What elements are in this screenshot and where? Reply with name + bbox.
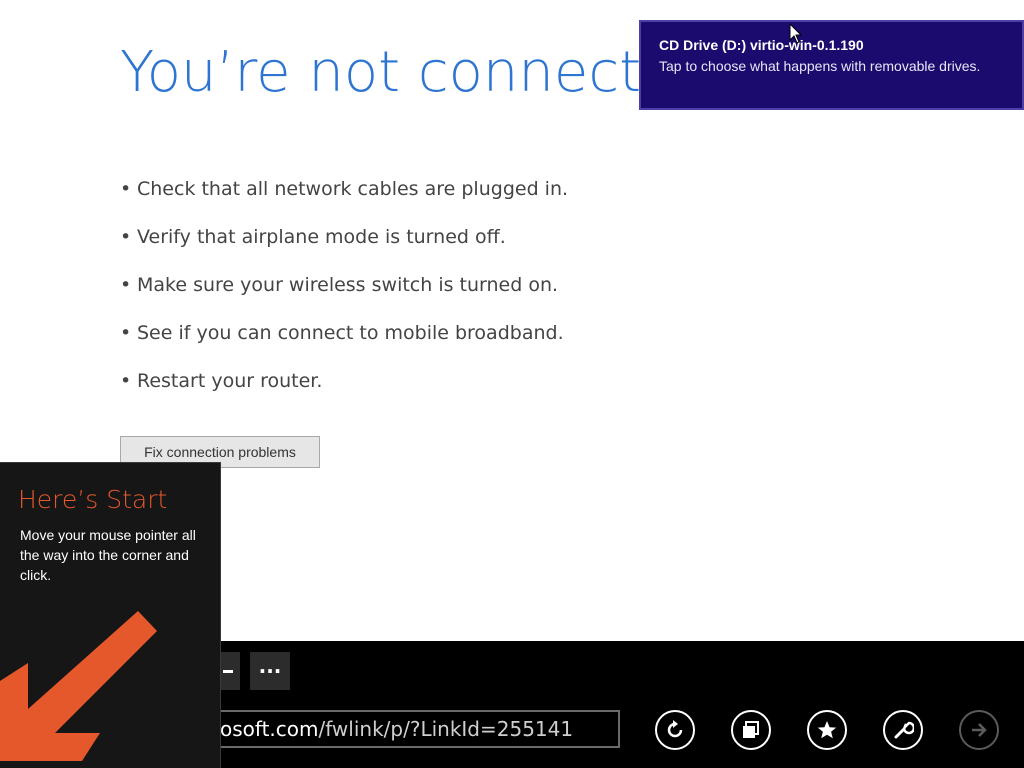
- list-item: • See if you can connect to mobile broadb…: [120, 322, 564, 344]
- list-item: • Verify that airplane mode is turned off…: [120, 226, 506, 248]
- list-item-text: Check that all network cables are plugge…: [137, 178, 569, 200]
- list-item: • Restart your router.: [120, 370, 323, 392]
- troubleshooting-list: • Check that all network cables are plugg…: [120, 170, 568, 410]
- list-item-text: Verify that airplane mode is turned off.: [137, 226, 506, 248]
- forward-arrow-icon: [972, 723, 987, 737]
- page-tools-wrench-icon: [894, 721, 914, 739]
- forward-button[interactable]: [959, 710, 999, 750]
- toast-title: CD Drive (D:) virtio-win-0.1.190: [659, 37, 864, 53]
- list-item: • Make sure your wireless switch is turne…: [120, 274, 559, 296]
- page-tools-button[interactable]: [883, 710, 923, 750]
- start-tip-panel: Here’s Start Move your mouse pointer all…: [0, 462, 221, 768]
- minus-icon: [223, 669, 233, 673]
- pin-to-start-button[interactable]: [731, 710, 771, 750]
- refresh-button[interactable]: [655, 710, 695, 750]
- address-host: osoft.com: [220, 717, 319, 741]
- page-title: You’re not connected: [120, 40, 712, 105]
- list-item: • Check that all network cables are plugg…: [120, 178, 569, 200]
- mouse-cursor-icon: [789, 23, 803, 44]
- start-tip-body: Move your mouse pointer all the way into…: [20, 527, 196, 583]
- corner-arrow-icon: [0, 611, 157, 761]
- favorites-button[interactable]: [807, 710, 847, 750]
- autoplay-toast-notification[interactable]: CD Drive (D:) virtio-win-0.1.190 Tap to …: [639, 20, 1024, 110]
- favorite-star-icon: [817, 721, 837, 739]
- refresh-icon: [667, 720, 683, 738]
- toast-body: Tap to choose what happens with removabl…: [659, 58, 981, 74]
- pin-icon: [743, 721, 759, 738]
- address-bar[interactable]: osoft.com/fwlink/p/?LinkId=255141: [200, 710, 620, 748]
- more-options-button[interactable]: ···: [250, 652, 290, 690]
- start-tip-title: Here’s Start: [18, 485, 168, 514]
- list-item-text: Make sure your wireless switch is turned…: [137, 274, 559, 296]
- list-item-text: See if you can connect to mobile broadba…: [137, 322, 564, 344]
- list-item-text: Restart your router.: [137, 370, 323, 392]
- address-path: /fwlink/p/?LinkId=255141: [318, 717, 574, 741]
